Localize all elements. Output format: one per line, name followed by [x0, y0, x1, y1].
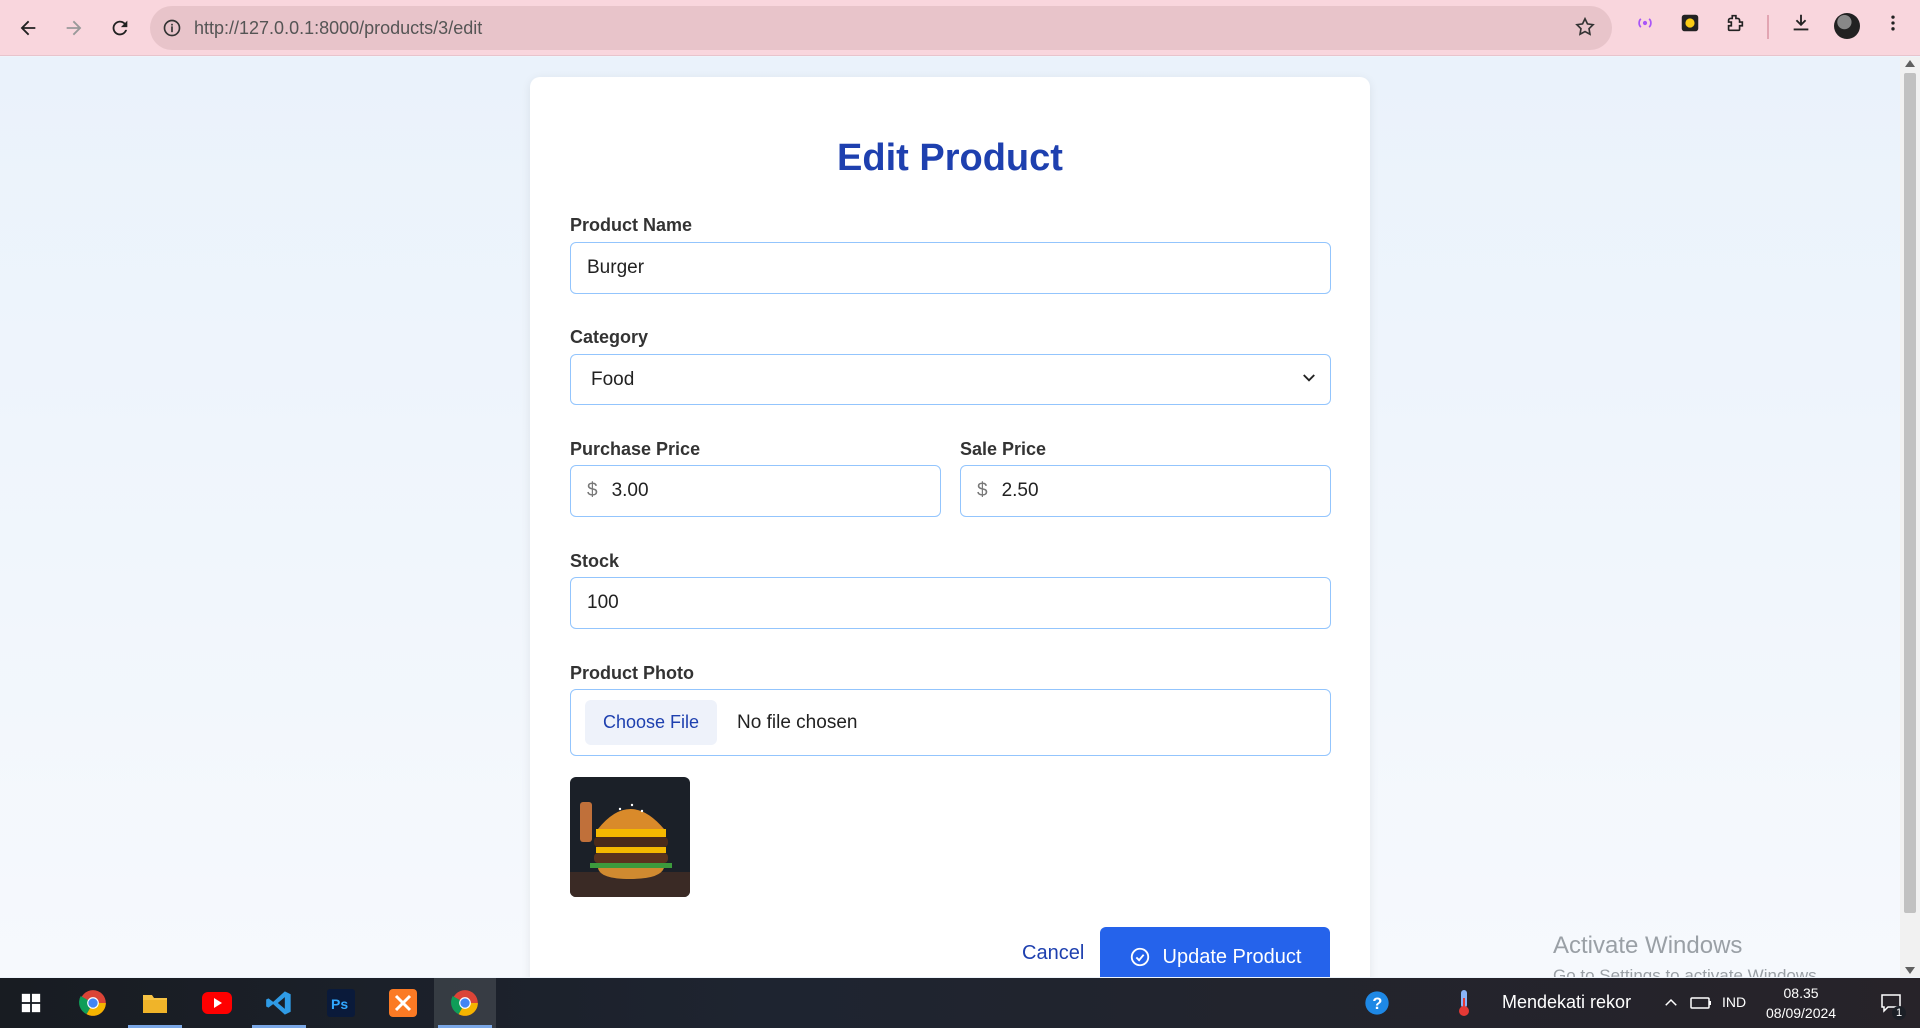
watermark-subtitle: Go to Settings to activate Windows.: [1553, 966, 1822, 977]
product-name-input[interactable]: Burger: [570, 242, 1331, 294]
back-button[interactable]: [6, 6, 50, 50]
taskbar-clock[interactable]: 08.35 08/09/2024: [1766, 983, 1836, 1023]
stock-input[interactable]: 100: [570, 577, 1331, 629]
windows-taskbar: Ps ? Mendekati rekor IND 08.35 08/09/202…: [0, 978, 1920, 1028]
photoshop-icon[interactable]: Ps: [310, 978, 372, 1028]
product-photo-thumbnail: [570, 777, 690, 897]
purchase-price-input[interactable]: $ 3.00: [570, 465, 941, 517]
scroll-down-arrow-icon[interactable]: [1905, 967, 1915, 974]
bookmark-star-icon[interactable]: [1574, 16, 1596, 43]
update-product-button[interactable]: Update Product: [1100, 927, 1330, 977]
chevron-down-icon: [1303, 374, 1315, 382]
stock-value: 100: [587, 592, 619, 613]
scrollbar-thumb[interactable]: [1904, 73, 1916, 913]
category-select[interactable]: Food: [570, 354, 1331, 405]
help-icon[interactable]: ?: [1346, 978, 1408, 1028]
file-explorer-icon[interactable]: [124, 978, 186, 1028]
puzzle-extensions-icon[interactable]: [1722, 10, 1748, 36]
no-file-text: No file chosen: [737, 711, 858, 733]
cast-icon[interactable]: [1632, 10, 1658, 36]
page-content: Edit Product Product Name Burger Categor…: [0, 57, 1900, 977]
reload-button[interactable]: [98, 6, 142, 50]
category-label: Category: [570, 327, 649, 347]
check-circle-icon: [1130, 947, 1149, 967]
site-info-icon[interactable]: [150, 18, 194, 38]
product-name-value: Burger: [587, 257, 645, 278]
clock-time: 08.35: [1783, 985, 1819, 1001]
page-title: Edit Product: [837, 137, 1063, 179]
chevron-up-icon[interactable]: [1656, 978, 1686, 1028]
profile-avatar[interactable]: [1834, 13, 1860, 39]
forward-button[interactable]: [52, 6, 96, 50]
toolbar-divider: [1767, 15, 1769, 39]
svg-text:?: ?: [1372, 995, 1382, 1013]
page-scrollbar[interactable]: [1900, 57, 1920, 977]
burger-image: [570, 777, 690, 897]
currency-prefix: $: [587, 480, 598, 501]
chrome-active-taskbar-icon[interactable]: [434, 978, 496, 1028]
thermometer-icon[interactable]: [1444, 978, 1484, 1028]
notification-center-icon[interactable]: 1: [1866, 978, 1916, 1028]
extension-icon[interactable]: [1677, 10, 1703, 36]
update-product-label: Update Product: [1162, 945, 1302, 968]
clock-date: 08/09/2024: [1766, 1005, 1837, 1021]
browser-toolbar: http://127.0.0.1:8000/products/3/edit: [0, 0, 1920, 56]
choose-file-button[interactable]: Choose File: [585, 700, 718, 745]
reload-icon: [112, 20, 128, 35]
edit-product-card: Edit Product Product Name Burger Categor…: [530, 77, 1370, 977]
download-icon[interactable]: [1788, 10, 1814, 36]
svg-text:Ps: Ps: [331, 996, 348, 1012]
activate-windows-watermark: Activate Windows Go to Settings to activ…: [1553, 932, 1821, 977]
product-photo-label: Product Photo: [570, 663, 694, 683]
battery-icon[interactable]: [1686, 978, 1716, 1028]
youtube-icon[interactable]: [186, 978, 248, 1028]
chrome-taskbar-icon[interactable]: [62, 978, 124, 1028]
menu-kebab-icon[interactable]: [1880, 10, 1906, 36]
address-bar[interactable]: http://127.0.0.1:8000/products/3/edit: [150, 6, 1612, 50]
arrow-right-icon: [66, 20, 82, 35]
sale-price-value: 2.50: [1001, 480, 1039, 501]
cancel-link[interactable]: Cancel: [1022, 942, 1084, 965]
sale-price-input[interactable]: $ 2.50: [960, 465, 1331, 517]
currency-prefix: $: [977, 480, 988, 501]
windows-start-icon[interactable]: [0, 978, 62, 1028]
weather-text[interactable]: Mendekati rekor: [1502, 992, 1631, 1013]
purchase-price-value: 3.00: [611, 480, 649, 501]
watermark-title: Activate Windows: [1553, 932, 1743, 959]
sale-price-label: Sale Price: [960, 439, 1047, 459]
arrow-left-icon: [20, 20, 36, 35]
category-value: Food: [591, 368, 635, 390]
product-name-label: Product Name: [570, 215, 693, 235]
purchase-price-label: Purchase Price: [570, 439, 701, 459]
vscode-icon[interactable]: [248, 978, 310, 1028]
url-text: http://127.0.0.1:8000/products/3/edit: [194, 17, 483, 38]
stock-label: Stock: [570, 551, 620, 571]
scroll-up-arrow-icon[interactable]: [1905, 60, 1915, 67]
product-photo-input[interactable]: Choose File No file chosen: [570, 689, 1331, 756]
notification-count-badge: 1: [1892, 1006, 1906, 1020]
xampp-icon[interactable]: [372, 978, 434, 1028]
language-indicator[interactable]: IND: [1722, 994, 1746, 1010]
